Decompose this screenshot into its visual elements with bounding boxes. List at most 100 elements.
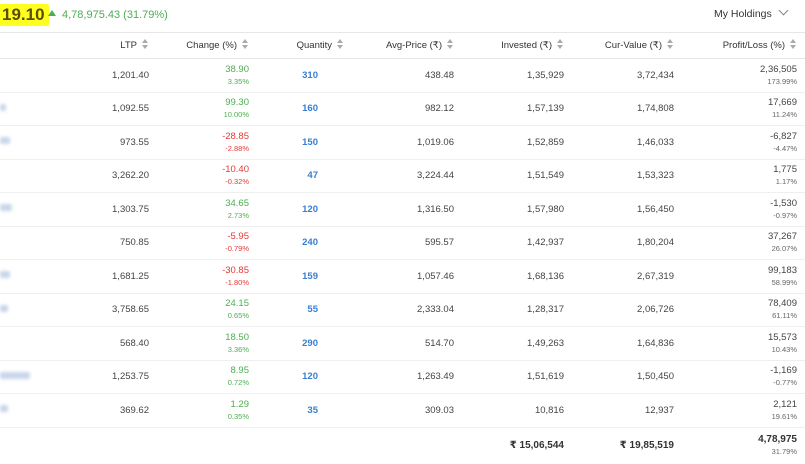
- table-row[interactable]: 1,253.75 8.95 0.72% 120 1,263.49 1,51,619 1,50…: [0, 360, 805, 394]
- avg-price-cell: 1,057.46: [352, 259, 462, 294]
- cur-value-cell: 1,74,808: [572, 92, 682, 126]
- arrow-up-icon: [48, 10, 56, 16]
- change-cell: 24.15 0.65%: [157, 293, 257, 327]
- instrument-name[interactable]: [0, 58, 30, 93]
- avg-price-cell: 3,224.44: [352, 159, 462, 193]
- totals-row: ₹ 15,06,544 ₹ 19,85,519 4,78,975 31.79%: [0, 426, 805, 464]
- invested-cell: 1,51,619: [462, 360, 572, 394]
- total-current-value: ₹ 19,85,519: [572, 426, 682, 464]
- invested-cell: 1,49,263: [462, 326, 572, 361]
- change-cell: 18.50 3.36%: [157, 326, 257, 361]
- quantity-cell: 35: [257, 393, 352, 428]
- quantity-cell: 240: [257, 226, 352, 260]
- change-cell: -28.85 -2.88%: [157, 125, 257, 160]
- instrument-name[interactable]: [0, 393, 30, 428]
- instrument-name[interactable]: [0, 293, 30, 327]
- change-cell: 34.65 2.73%: [157, 192, 257, 227]
- quantity-cell: 47: [257, 159, 352, 193]
- total-profit-loss: 4,78,975 31.79%: [682, 426, 805, 464]
- avg-price-cell: 514.70: [352, 326, 462, 361]
- avg-price-cell: 438.48: [352, 58, 462, 93]
- profit-loss-cell: 37,267 26.07%: [682, 226, 805, 260]
- cur-value-cell: 1,46,033: [572, 125, 682, 160]
- quantity-cell: 150: [257, 125, 352, 160]
- col-change[interactable]: Change (%): [157, 32, 257, 59]
- sort-icon: [790, 39, 797, 49]
- col-quantity[interactable]: Quantity: [257, 32, 352, 59]
- quantity-cell: 120: [257, 360, 352, 394]
- instrument-name[interactable]: [0, 92, 30, 126]
- invested-cell: 1,28,317: [462, 293, 572, 327]
- holdings-header: 19.10 4,78,975.43 (31.79%) My Holdings: [0, 0, 805, 33]
- cur-value-cell: 12,937: [572, 393, 682, 428]
- table-row[interactable]: 369.62 1.29 0.35% 35 309.03 10,816 12,937 2,121…: [0, 393, 805, 428]
- quantity-cell: 159: [257, 259, 352, 294]
- invested-cell: 1,51,549: [462, 159, 572, 193]
- profit-loss-cell: 99,183 58.99%: [682, 259, 805, 294]
- col-avg-price[interactable]: Avg-Price (₹): [352, 32, 462, 59]
- ltp-cell: 750.85: [30, 226, 157, 260]
- holdings-dropdown[interactable]: My Holdings: [700, 0, 805, 28]
- invested-cell: 1,68,136: [462, 259, 572, 294]
- instrument-name[interactable]: [0, 159, 30, 193]
- table-row[interactable]: 3,758.65 24.15 0.65% 55 2,333.04 1,28,317 2,06…: [0, 293, 805, 327]
- avg-price-cell: 1,263.49: [352, 360, 462, 394]
- instrument-name[interactable]: [0, 360, 30, 394]
- table-row[interactable]: 750.85 -5.95 -0.79% 240 595.57 1,42,937 1,80,2…: [0, 226, 805, 260]
- table-row[interactable]: 568.40 18.50 3.36% 290 514.70 1,49,263 1,64,83…: [0, 326, 805, 361]
- avg-price-cell: 2,333.04: [352, 293, 462, 327]
- ltp-cell: 973.55: [30, 125, 157, 160]
- cur-value-cell: 1,56,450: [572, 192, 682, 227]
- table-row[interactable]: 3,262.20 -10.40 -0.32% 47 3,224.44 1,51,549 1,…: [0, 159, 805, 193]
- instrument-name[interactable]: [0, 226, 30, 260]
- instrument-name[interactable]: [0, 259, 30, 294]
- table-row[interactable]: 973.55 -28.85 -2.88% 150 1,019.06 1,52,859 1,4…: [0, 125, 805, 160]
- total-pl-value: 19.10: [0, 4, 49, 26]
- col-invested[interactable]: Invested (₹): [462, 32, 572, 59]
- ltp-cell: 369.62: [30, 393, 157, 428]
- avg-price-cell: 309.03: [352, 393, 462, 428]
- instrument-name[interactable]: [0, 192, 30, 227]
- quantity-cell: 120: [257, 192, 352, 227]
- chevron-down-icon: [778, 5, 789, 16]
- profit-loss-cell: 2,121 19.61%: [682, 393, 805, 428]
- change-cell: -10.40 -0.32%: [157, 159, 257, 193]
- holdings-dropdown-label: My Holdings: [714, 8, 772, 20]
- table-row[interactable]: 1,681.25 -30.85 -1.80% 159 1,057.46 1,68,136 2…: [0, 259, 805, 294]
- total-pl-change: 4,78,975.43 (31.79%): [62, 9, 168, 21]
- invested-cell: 1,52,859: [462, 125, 572, 160]
- quantity-cell: 55: [257, 293, 352, 327]
- ltp-cell: 568.40: [30, 326, 157, 361]
- instrument-name[interactable]: [0, 125, 30, 160]
- ltp-cell: 1,303.75: [30, 192, 157, 227]
- cur-value-cell: 3,72,434: [572, 58, 682, 93]
- profit-loss-cell: -1,530 -0.97%: [682, 192, 805, 227]
- col-ltp[interactable]: LTP: [30, 32, 157, 59]
- col-cur-value[interactable]: Cur-Value (₹): [572, 32, 682, 59]
- holdings-table: LTP Change (%) Quantity Avg-Price (₹) In…: [0, 32, 805, 464]
- cur-value-cell: 1,80,204: [572, 226, 682, 260]
- col-profit-loss[interactable]: Profit/Loss (%): [682, 32, 805, 59]
- profit-loss-cell: 17,669 11.24%: [682, 92, 805, 126]
- total-invested: ₹ 15,06,544: [462, 426, 572, 464]
- col-instrument: [0, 32, 30, 59]
- table-row[interactable]: 1,303.75 34.65 2.73% 120 1,316.50 1,57,980 1,5…: [0, 192, 805, 227]
- quantity-cell: 160: [257, 92, 352, 126]
- cur-value-cell: 1,64,836: [572, 326, 682, 361]
- profit-loss-cell: 15,573 10.43%: [682, 326, 805, 361]
- invested-cell: 1,57,980: [462, 192, 572, 227]
- table-row[interactable]: 1,092.55 99.30 10.00% 160 982.12 1,57,139 1,74…: [0, 92, 805, 126]
- change-cell: 1.29 0.35%: [157, 393, 257, 428]
- profit-loss-cell: 1,775 1.17%: [682, 159, 805, 193]
- invested-cell: 10,816: [462, 393, 572, 428]
- instrument-name[interactable]: [0, 326, 30, 361]
- ltp-cell: 3,758.65: [30, 293, 157, 327]
- sort-icon: [142, 39, 149, 49]
- table-row[interactable]: 1,201.40 38.90 3.35% 310 438.48 1,35,929 3,72,…: [0, 58, 805, 93]
- change-cell: 38.90 3.35%: [157, 58, 257, 93]
- ltp-cell: 3,262.20: [30, 159, 157, 193]
- profit-loss-cell: -6,827 -4.47%: [682, 125, 805, 160]
- quantity-cell: 290: [257, 326, 352, 361]
- cur-value-cell: 2,06,726: [572, 293, 682, 327]
- sort-icon: [337, 39, 344, 49]
